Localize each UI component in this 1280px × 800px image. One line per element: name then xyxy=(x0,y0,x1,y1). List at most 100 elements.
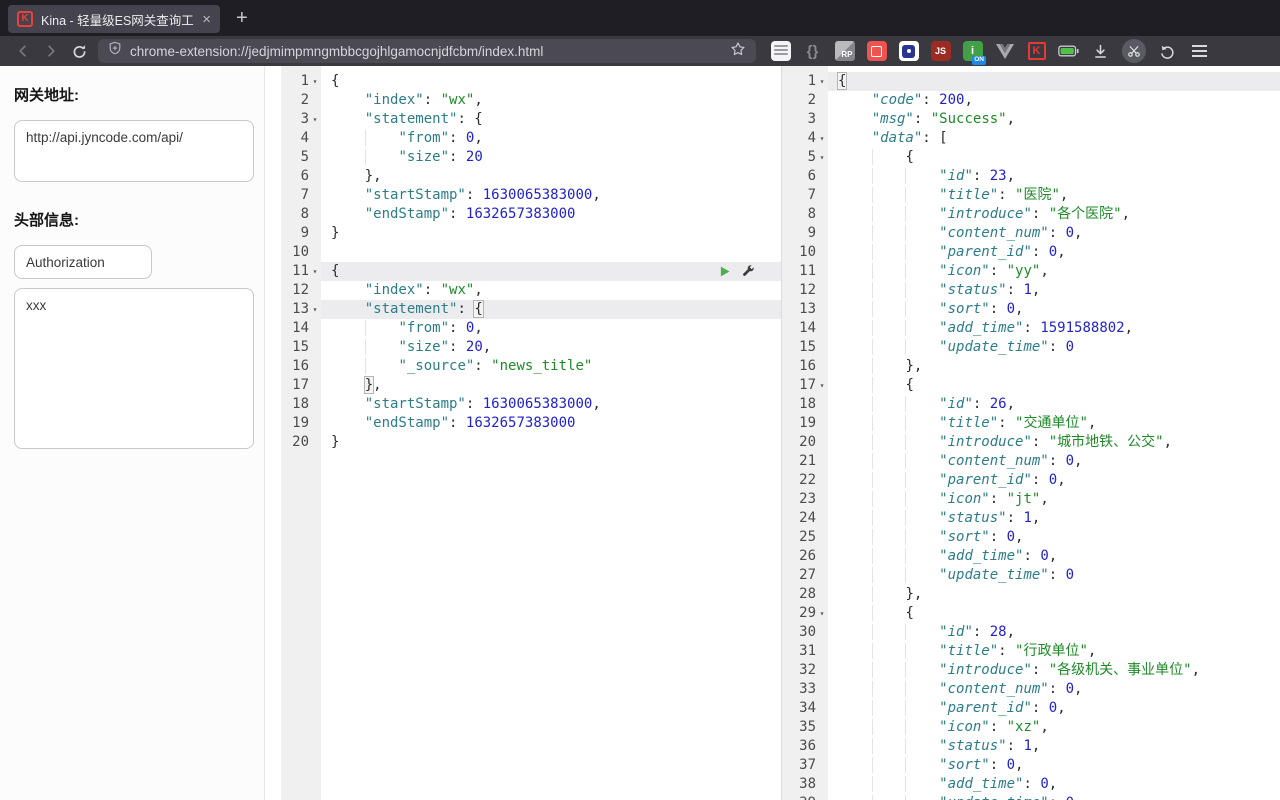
red-app-extension-icon[interactable] xyxy=(866,41,887,62)
code-line-39[interactable]: 39 "update_time": 0 xyxy=(782,794,1280,800)
code-line-18[interactable]: 18 "startStamp": 1630065383000, xyxy=(265,395,781,414)
extension-shield-icon[interactable] xyxy=(108,41,122,61)
code-line-23[interactable]: 23 "icon": "jt", xyxy=(782,490,1280,509)
browser-tab[interactable]: K Kina - 轻量级ES网关查询工具 × xyxy=(8,5,220,33)
code-line-31[interactable]: 31 "title": "行政单位", xyxy=(782,642,1280,661)
code-line-13[interactable]: 13 "sort": 0, xyxy=(782,300,1280,319)
fold-arrow-icon[interactable]: ▾ xyxy=(816,604,828,623)
screenshot-scissors-icon[interactable] xyxy=(1122,39,1146,63)
code-line-7[interactable]: 7 "startStamp": 1630065383000, xyxy=(265,186,781,205)
fold-arrow-icon[interactable]: ▾ xyxy=(816,148,828,167)
code-line-9[interactable]: 9 "content_num": 0, xyxy=(782,224,1280,243)
code-line-2[interactable]: 2 "code": 200, xyxy=(782,91,1280,110)
json-formatter-extension-icon[interactable] xyxy=(770,41,791,62)
code-line-1[interactable]: 1▾{ xyxy=(265,72,781,91)
forward-button[interactable] xyxy=(38,38,64,64)
bookmark-star-icon[interactable] xyxy=(730,41,746,62)
tab-close-icon[interactable]: × xyxy=(202,12,211,27)
code-line-16[interactable]: 16 "_source": "news_title" xyxy=(265,357,781,376)
code-line-35[interactable]: 35 "icon": "xz", xyxy=(782,718,1280,737)
code-line-10[interactable]: 10 xyxy=(265,243,781,262)
code-line-26[interactable]: 26 "add_time": 0, xyxy=(782,547,1280,566)
code-line-34[interactable]: 34 "parent_id": 0, xyxy=(782,699,1280,718)
blue-dot-extension-icon[interactable] xyxy=(898,41,919,62)
request-editor[interactable]: 1▾{2 "index": "wx",3▾ "statement": {4 "f… xyxy=(265,66,781,800)
code-line-3[interactable]: 3▾ "statement": { xyxy=(265,110,781,129)
code-line-3[interactable]: 3 "msg": "Success", xyxy=(782,110,1280,129)
fold-arrow-icon[interactable]: ▾ xyxy=(816,129,828,148)
code-line-2[interactable]: 2 "index": "wx", xyxy=(265,91,781,110)
gateway-address-input[interactable]: http://api.jyncode.com/api/ xyxy=(14,120,254,182)
fold-arrow-icon[interactable]: ▾ xyxy=(309,72,321,91)
code-line-10[interactable]: 10 "parent_id": 0, xyxy=(782,243,1280,262)
code-text: "size": 20 xyxy=(321,148,781,167)
code-line-30[interactable]: 30 "id": 28, xyxy=(782,623,1280,642)
code-line-38[interactable]: 38 "add_time": 0, xyxy=(782,775,1280,794)
code-line-20[interactable]: 20 "introduce": "城市地铁、公交", xyxy=(782,433,1280,452)
code-line-29[interactable]: 29▾ { xyxy=(782,604,1280,623)
fold-arrow-icon[interactable]: ▾ xyxy=(816,72,828,91)
code-line-22[interactable]: 22 "parent_id": 0, xyxy=(782,471,1280,490)
code-line-21[interactable]: 21 "content_num": 0, xyxy=(782,452,1280,471)
code-line-11[interactable]: 11 "icon": "yy", xyxy=(782,262,1280,281)
code-line-18[interactable]: 18 "id": 26, xyxy=(782,395,1280,414)
code-line-6[interactable]: 6 "id": 23, xyxy=(782,167,1280,186)
header-key-input[interactable] xyxy=(14,245,152,279)
reload-button[interactable] xyxy=(66,38,92,64)
response-viewer[interactable]: 1▾{2 "code": 200,3 "msg": "Success",4▾ "… xyxy=(781,66,1280,800)
code-line-25[interactable]: 25 "sort": 0, xyxy=(782,528,1280,547)
fold-arrow-icon[interactable]: ▾ xyxy=(309,110,321,129)
code-line-28[interactable]: 28 }, xyxy=(782,585,1280,604)
header-value-input[interactable]: xxx xyxy=(14,288,254,449)
url-bar[interactable]: chrome-extension://jedjmimpmngmbbcgojhlg… xyxy=(98,39,756,63)
url-text[interactable]: chrome-extension://jedjmimpmngmbbcgojhlg… xyxy=(130,44,722,59)
code-line-11[interactable]: 11▾{ xyxy=(265,262,781,281)
code-line-17[interactable]: 17 }, xyxy=(265,376,781,395)
code-line-5[interactable]: 5 "size": 20 xyxy=(265,148,781,167)
code-line-4[interactable]: 4▾ "data": [ xyxy=(782,129,1280,148)
fold-arrow-icon[interactable]: ▾ xyxy=(309,262,321,281)
settings-wrench-button[interactable] xyxy=(741,264,755,284)
vue-devtools-extension-icon[interactable] xyxy=(994,41,1015,62)
run-query-button[interactable] xyxy=(719,265,731,284)
rp-extension-icon[interactable]: RP xyxy=(834,41,855,62)
code-line-8[interactable]: 8 "endStamp": 1632657383000 xyxy=(265,205,781,224)
switch-on-extension-icon[interactable]: i ON xyxy=(962,41,983,62)
fold-arrow-icon[interactable]: ▾ xyxy=(309,300,321,319)
code-line-14[interactable]: 14 "add_time": 1591588802, xyxy=(782,319,1280,338)
kina-extension-icon[interactable]: K xyxy=(1026,41,1047,62)
code-line-7[interactable]: 7 "title": "医院", xyxy=(782,186,1280,205)
code-line-37[interactable]: 37 "sort": 0, xyxy=(782,756,1280,775)
code-line-32[interactable]: 32 "introduce": "各级机关、事业单位", xyxy=(782,661,1280,680)
download-icon[interactable] xyxy=(1090,41,1111,62)
code-line-19[interactable]: 19 "title": "交通单位", xyxy=(782,414,1280,433)
code-line-36[interactable]: 36 "status": 1, xyxy=(782,737,1280,756)
code-line-8[interactable]: 8 "introduce": "各个医院", xyxy=(782,205,1280,224)
code-line-12[interactable]: 12 "index": "wx", xyxy=(265,281,781,300)
js-extension-icon[interactable]: JS xyxy=(930,41,951,62)
code-line-16[interactable]: 16 }, xyxy=(782,357,1280,376)
code-line-15[interactable]: 15 "update_time": 0 xyxy=(782,338,1280,357)
battery-extension-icon[interactable] xyxy=(1058,41,1079,62)
code-line-1[interactable]: 1▾{ xyxy=(782,72,1280,91)
code-line-33[interactable]: 33 "content_num": 0, xyxy=(782,680,1280,699)
code-line-17[interactable]: 17▾ { xyxy=(782,376,1280,395)
code-line-5[interactable]: 5▾ { xyxy=(782,148,1280,167)
code-line-4[interactable]: 4 "from": 0, xyxy=(265,129,781,148)
code-line-20[interactable]: 20} xyxy=(265,433,781,452)
back-button[interactable] xyxy=(10,38,36,64)
code-braces-extension-icon[interactable]: {} xyxy=(802,41,823,62)
code-line-19[interactable]: 19 "endStamp": 1632657383000 xyxy=(265,414,781,433)
menu-icon[interactable] xyxy=(1189,41,1210,62)
fold-arrow-icon[interactable]: ▾ xyxy=(816,376,828,395)
code-line-6[interactable]: 6 }, xyxy=(265,167,781,186)
code-line-27[interactable]: 27 "update_time": 0 xyxy=(782,566,1280,585)
code-line-24[interactable]: 24 "status": 1, xyxy=(782,509,1280,528)
undo-icon[interactable] xyxy=(1157,41,1178,62)
code-line-15[interactable]: 15 "size": 20, xyxy=(265,338,781,357)
code-line-9[interactable]: 9} xyxy=(265,224,781,243)
code-line-14[interactable]: 14 "from": 0, xyxy=(265,319,781,338)
new-tab-button[interactable]: + xyxy=(236,8,248,28)
code-line-13[interactable]: 13▾ "statement": { xyxy=(265,300,781,319)
code-line-12[interactable]: 12 "status": 1, xyxy=(782,281,1280,300)
